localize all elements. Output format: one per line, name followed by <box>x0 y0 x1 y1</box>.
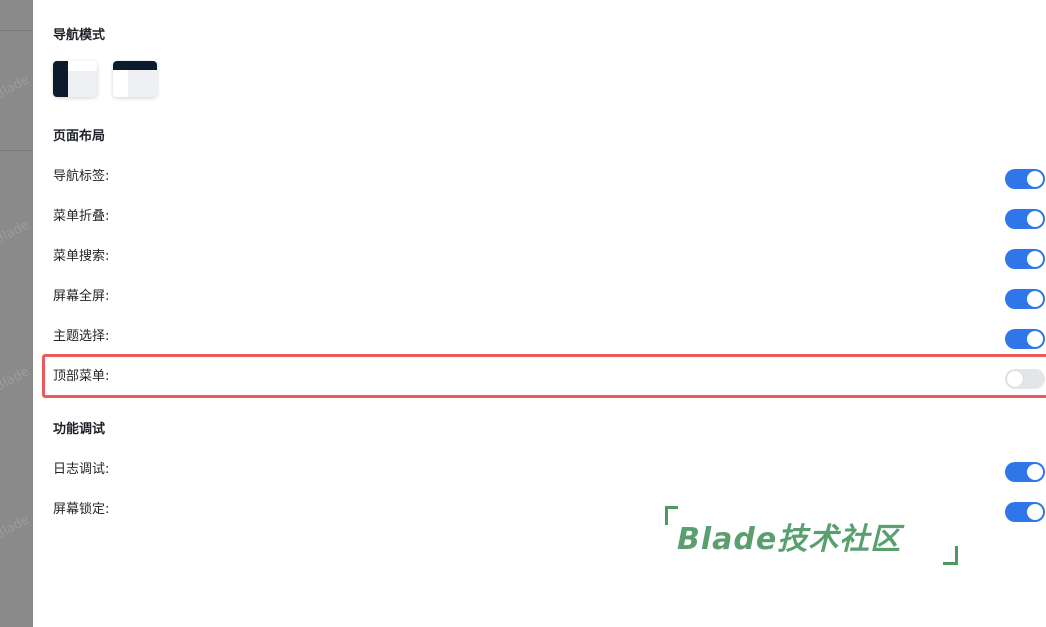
top-menu-switch[interactable] <box>1005 369 1045 389</box>
settings-drawer: 导航模式 页面布局 导航标签: 菜单折叠: 菜单搜索: 屏幕全屏: 主题选择: … <box>33 0 1046 627</box>
watermark-text: Blade <box>0 364 33 395</box>
watermark-text: Blade <box>0 217 33 248</box>
switch-knob <box>1027 504 1043 520</box>
top-nav-mode-option[interactable] <box>113 61 157 97</box>
switch-knob <box>1027 464 1043 480</box>
menu-search-label: 菜单搜索: <box>53 249 110 264</box>
debug-section-title: 功能调试 <box>53 422 106 437</box>
switch-knob <box>1007 371 1023 387</box>
watermark-text: Blade <box>0 512 33 543</box>
theme-select-switch[interactable] <box>1005 329 1045 349</box>
overlay-backdrop[interactable]: Blade Blade Blade Blade <box>0 0 33 627</box>
watermark-text: Blade <box>0 72 33 103</box>
log-debug-switch[interactable] <box>1005 462 1045 482</box>
fullscreen-label: 屏幕全屏: <box>53 289 110 304</box>
sidebar-light-block <box>113 70 128 97</box>
switch-knob <box>1027 331 1043 347</box>
brand-text: Blade技术社区 <box>677 522 902 557</box>
switch-knob <box>1027 291 1043 307</box>
log-debug-label: 日志调试: <box>53 462 110 477</box>
layout-section-title: 页面布局 <box>53 129 106 144</box>
nav-tags-switch[interactable] <box>1005 169 1045 189</box>
switch-knob <box>1027 251 1043 267</box>
menu-search-switch[interactable] <box>1005 249 1045 269</box>
fullscreen-switch[interactable] <box>1005 289 1045 309</box>
menu-collapse-switch[interactable] <box>1005 209 1045 229</box>
menu-collapse-label: 菜单折叠: <box>53 209 110 224</box>
backdrop-divider <box>0 150 33 151</box>
topbar-dark-block <box>113 61 157 70</box>
top-menu-label: 顶部菜单: <box>53 369 110 384</box>
switch-knob <box>1027 171 1043 187</box>
sidebar-dark-block <box>53 61 68 97</box>
screen-lock-switch[interactable] <box>1005 502 1045 522</box>
nav-tags-label: 导航标签: <box>53 169 110 184</box>
sidebar-nav-mode-option[interactable] <box>53 61 97 97</box>
screen-lock-label: 屏幕锁定: <box>53 502 110 517</box>
top-menu-highlight-box <box>42 354 1046 398</box>
bracket-bottom-right <box>943 546 958 565</box>
backdrop-divider <box>0 30 33 31</box>
nav-mode-title: 导航模式 <box>53 28 106 43</box>
theme-select-label: 主题选择: <box>53 329 110 344</box>
switch-knob <box>1027 211 1043 227</box>
brand-watermark: Blade技术社区 <box>663 500 963 570</box>
header-light-block <box>68 61 97 71</box>
